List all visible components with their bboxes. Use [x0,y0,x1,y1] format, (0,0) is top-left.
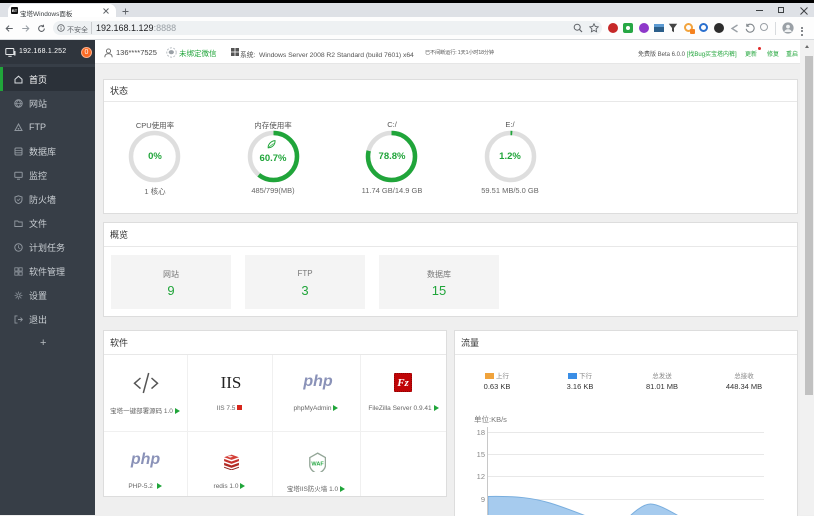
svg-text:WAF: WAF [311,461,324,467]
